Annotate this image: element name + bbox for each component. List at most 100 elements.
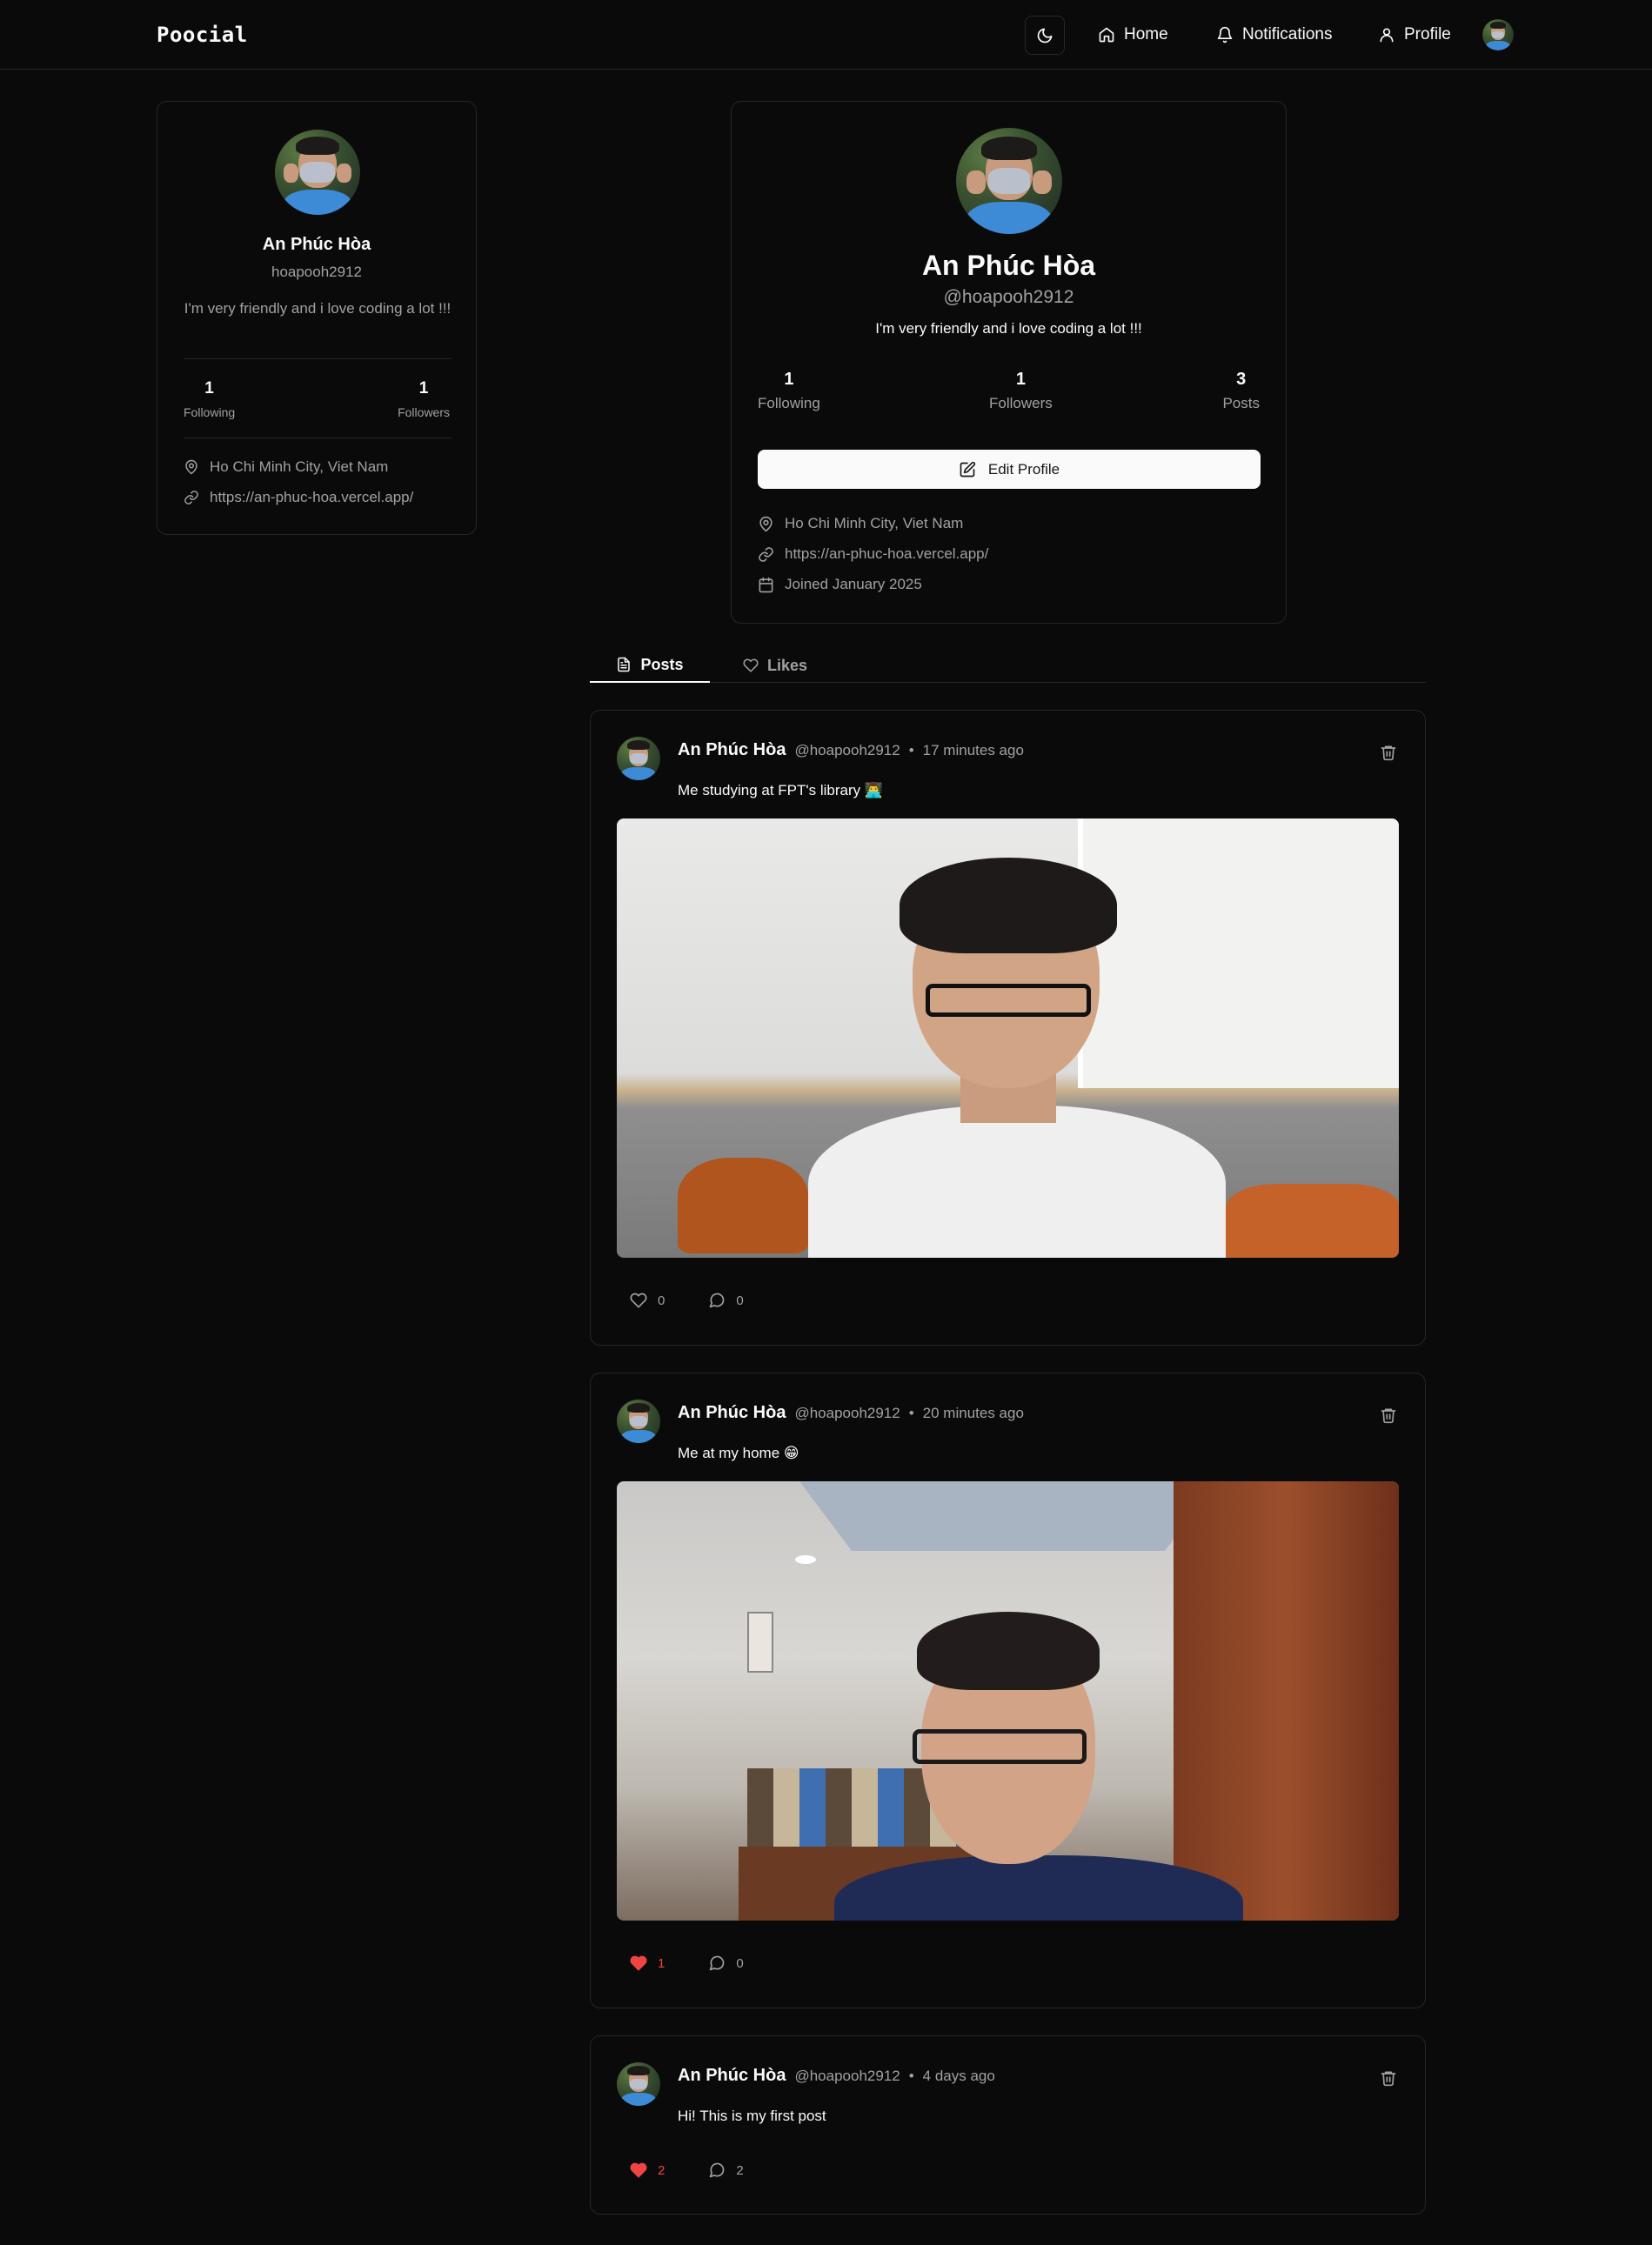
user-menu-avatar[interactable]: [1482, 19, 1514, 50]
map-pin-icon: [185, 459, 197, 475]
delete-post-button[interactable]: [1380, 744, 1397, 761]
comment-count: 0: [736, 1293, 744, 1308]
calendar-icon: [759, 577, 773, 592]
profile-website[interactable]: https://an-phuc-hoa.vercel.app/: [758, 545, 988, 563]
sidebar-avatar[interactable]: [275, 130, 360, 215]
profile-username: @hoapooh2912: [943, 287, 1074, 307]
tab-posts[interactable]: Posts: [590, 648, 710, 683]
post-card: An Phúc Hòa @hoapooh2912 • 17 minutes ag…: [590, 710, 1426, 1346]
comment-button[interactable]: 0: [708, 1292, 744, 1309]
profile-joined: Joined January 2025: [758, 576, 922, 593]
profile-following-count: 1: [784, 370, 794, 389]
delete-post-button[interactable]: [1380, 1406, 1397, 1424]
post-timestamp: 4 days ago: [922, 2068, 995, 2084]
profile-location-text: Ho Chi Minh City, Viet Nam: [785, 515, 964, 531]
moon-icon: [1037, 28, 1053, 43]
nav-profile-label: Profile: [1404, 25, 1451, 43]
edit-profile-button[interactable]: Edit Profile: [758, 450, 1261, 489]
message-circle-icon: [710, 1955, 725, 1971]
nav-notifications-label: Notifications: [1242, 25, 1333, 43]
like-count: 2: [658, 2162, 665, 2178]
trash-icon: [1381, 745, 1396, 761]
profile-following-stat[interactable]: 1 Following: [758, 370, 820, 412]
post-author-handle: @hoapooh2912: [794, 1405, 900, 1421]
avatar-image: [1482, 19, 1514, 50]
map-pin-icon: [759, 516, 772, 531]
tab-likes[interactable]: Likes: [736, 648, 814, 683]
file-text-icon: [618, 657, 631, 672]
profile-posts-stat: 3 Posts: [1222, 370, 1260, 412]
profile-avatar: [956, 128, 1062, 234]
theme-toggle-button[interactable]: [1025, 16, 1065, 55]
comment-count: 2: [736, 2162, 744, 2178]
heart-icon: [630, 1293, 647, 1308]
message-circle-icon: [710, 2162, 725, 2178]
user-icon: [1380, 28, 1394, 43]
like-button[interactable]: 1: [630, 1954, 665, 1972]
sidebar-name[interactable]: An Phúc Hòa: [157, 235, 476, 255]
post-actions: 2 2: [630, 2161, 744, 2179]
comment-button[interactable]: 0: [708, 1954, 744, 1972]
brand-logo[interactable]: Poocial: [157, 23, 248, 47]
delete-post-button[interactable]: [1380, 2069, 1397, 2087]
divider: [184, 358, 451, 359]
profile-name: An Phúc Hòa: [921, 250, 1096, 281]
nav-home-link[interactable]: Home: [1098, 21, 1168, 49]
trash-icon: [1381, 1408, 1396, 1424]
profile-followers-count: 1: [1015, 370, 1026, 389]
post-content: Me studying at FPT's library 👨‍💻: [678, 782, 884, 798]
top-navbar: Poocial Home Notifications Profile: [0, 0, 1652, 70]
post-image[interactable]: [617, 1481, 1399, 1921]
post-author-name[interactable]: An Phúc Hòa: [678, 1403, 786, 1423]
nav-notifications-link[interactable]: Notifications: [1216, 21, 1333, 49]
nav-home-label: Home: [1124, 25, 1168, 43]
sidebar-username: hoapooh2912: [271, 264, 362, 280]
post-image[interactable]: [617, 818, 1399, 1258]
post-author-name[interactable]: An Phúc Hòa: [678, 740, 786, 760]
profile-header-card: An Phúc Hòa @hoapooh2912 I'm very friend…: [731, 101, 1287, 624]
heart-filled-icon: [630, 1955, 647, 1971]
post-author-avatar[interactable]: [617, 1400, 660, 1443]
nav-profile-link[interactable]: Profile: [1378, 21, 1451, 49]
trash-icon: [1381, 2071, 1396, 2087]
sidebar-followers-count: 1: [418, 379, 429, 398]
post-card: An Phúc Hòa @hoapooh2912 • 20 minutes ag…: [590, 1373, 1426, 2008]
post-author-handle: @hoapooh2912: [794, 742, 900, 758]
separator-dot: •: [908, 1405, 914, 1421]
profile-following-label: Following: [758, 395, 820, 411]
sidebar-followers-label: Followers: [398, 405, 450, 419]
post-author-handle: @hoapooh2912: [794, 2068, 900, 2084]
like-button[interactable]: 2: [630, 2161, 665, 2179]
link-icon: [184, 491, 198, 504]
sidebar-bio: I'm very friendly and i love coding a lo…: [184, 300, 451, 317]
sidebar-profile-card: An Phúc Hòa hoapooh2912 I'm very friendl…: [157, 101, 477, 535]
sidebar-website-link[interactable]: https://an-phuc-hoa.vercel.app/: [210, 489, 413, 506]
separator-dot: •: [908, 2068, 914, 2084]
post-content: Me at my home 😁: [678, 1445, 799, 1461]
tab-likes-label: Likes: [766, 656, 808, 674]
tab-posts-label: Posts: [640, 655, 684, 673]
profile-followers-label: Followers: [989, 395, 1053, 411]
like-button[interactable]: 0: [630, 1292, 665, 1309]
home-icon: [1099, 27, 1114, 43]
post-author-avatar[interactable]: [617, 2062, 660, 2106]
edit-profile-label: Edit Profile: [987, 460, 1060, 478]
post-header: An Phúc Hòa @hoapooh2912 • 20 minutes ag…: [678, 1403, 1024, 1423]
profile-posts-label: Posts: [1222, 395, 1260, 411]
sidebar-followers-stat: 1 Followers: [398, 379, 450, 419]
sidebar-website[interactable]: https://an-phuc-hoa.vercel.app/: [184, 489, 413, 506]
comment-button[interactable]: 2: [708, 2161, 744, 2179]
post-timestamp: 17 minutes ago: [922, 742, 1024, 758]
like-count: 1: [658, 1955, 665, 1971]
separator-dot: •: [908, 742, 914, 758]
post-actions: 1 0: [630, 1954, 744, 1972]
profile-joined-text: Joined January 2025: [785, 576, 922, 592]
sidebar-location: Ho Chi Minh City, Viet Nam: [184, 458, 388, 476]
profile-website-link[interactable]: https://an-phuc-hoa.vercel.app/: [785, 545, 988, 563]
post-content: Hi! This is my first post: [678, 2108, 826, 2124]
message-circle-icon: [710, 1293, 725, 1308]
profile-followers-stat[interactable]: 1 Followers: [989, 370, 1053, 412]
post-author-name[interactable]: An Phúc Hòa: [678, 2066, 786, 2086]
profile-bio: I'm very friendly and i love coding a lo…: [875, 320, 1142, 337]
post-author-avatar[interactable]: [617, 737, 660, 780]
